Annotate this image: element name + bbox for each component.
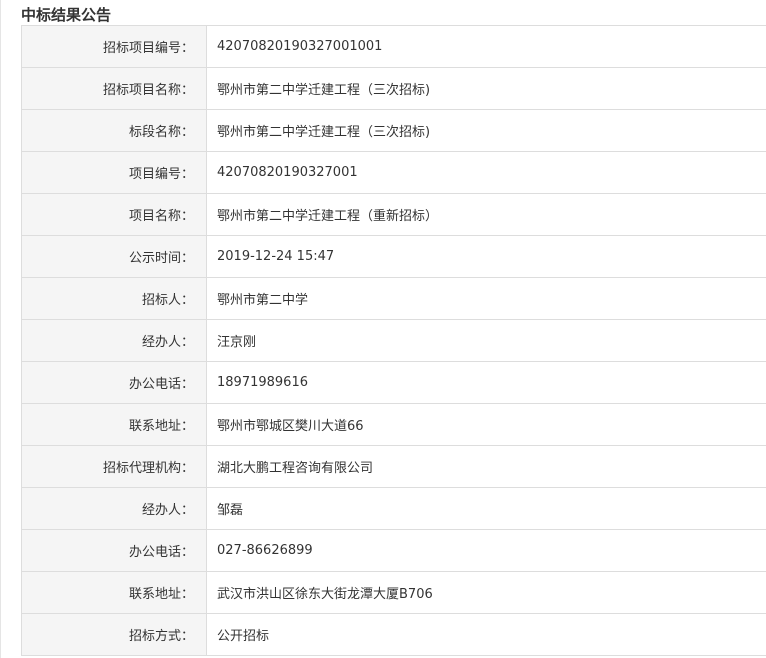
field-value: 湖北大鹏工程咨询有限公司 [206,445,766,488]
field-value: 鄂州市第二中学 [206,277,766,320]
table-row: 招标方式： 公开招标 [21,613,766,656]
table-row: 联系地址： 武汉市洪山区徐东大街龙潭大厦B706 [21,571,766,614]
table-row: 招标代理机构： 湖北大鹏工程咨询有限公司 [21,445,766,488]
table-row: 招标项目名称： 鄂州市第二中学迁建工程（三次招标) [21,67,766,110]
field-label: 招标项目编号： [21,25,207,68]
table-row: 联系地址： 鄂州市鄂城区樊川大道66 [21,403,766,446]
field-label: 招标代理机构： [21,445,207,488]
table-row: 招标项目编号： 42070820190327001001 [21,25,766,68]
field-label: 项目名称： [21,193,207,236]
field-value: 鄂州市第二中学迁建工程（三次招标) [206,109,766,152]
field-label: 经办人： [21,487,207,530]
field-label: 公示时间： [21,235,207,278]
field-label: 招标项目名称： [21,67,207,110]
field-label: 招标人： [21,277,207,320]
table-row: 标段名称： 鄂州市第二中学迁建工程（三次招标) [21,109,766,152]
table-row: 项目编号： 42070820190327001 [21,151,766,194]
field-value: 42070820190327001001 [206,25,766,68]
field-label: 经办人： [21,319,207,362]
field-value: 鄂州市第二中学迁建工程（三次招标) [206,67,766,110]
table-row: 办公电话： 18971989616 [21,361,766,404]
field-label: 项目编号： [21,151,207,194]
table-row: 招标人： 鄂州市第二中学 [21,277,766,320]
field-value: 18971989616 [206,361,766,404]
table-row: 公示时间： 2019-12-24 15:47 [21,235,766,278]
table-row: 经办人： 汪京刚 [21,319,766,362]
field-value: 公开招标 [206,613,766,656]
field-value: 027-86626899 [206,529,766,572]
field-label: 联系地址： [21,403,207,446]
field-label: 办公电话： [21,361,207,404]
field-value: 2019-12-24 15:47 [206,235,766,278]
field-value: 武汉市洪山区徐东大街龙潭大厦B706 [206,571,766,614]
field-value: 鄂州市鄂城区樊川大道66 [206,403,766,446]
field-value: 汪京刚 [206,319,766,362]
field-value: 42070820190327001 [206,151,766,194]
field-label: 联系地址： [21,571,207,614]
page-title: 中标结果公告 [21,6,112,24]
field-value: 邹磊 [206,487,766,530]
field-label: 招标方式： [21,613,207,656]
field-value: 鄂州市第二中学迁建工程（重新招标） [206,193,766,236]
table-row: 经办人： 邹磊 [21,487,766,530]
announcement-info-table: 招标项目编号： 42070820190327001001 招标项目名称： 鄂州市… [21,25,766,656]
table-row: 项目名称： 鄂州市第二中学迁建工程（重新招标） [21,193,766,236]
field-label: 办公电话： [21,529,207,572]
field-label: 标段名称： [21,109,207,152]
table-row: 办公电话： 027-86626899 [21,529,766,572]
announcement-page: 中标结果公告 招标项目编号： 42070820190327001001 招标项目… [0,0,766,658]
left-divider [0,0,1,658]
